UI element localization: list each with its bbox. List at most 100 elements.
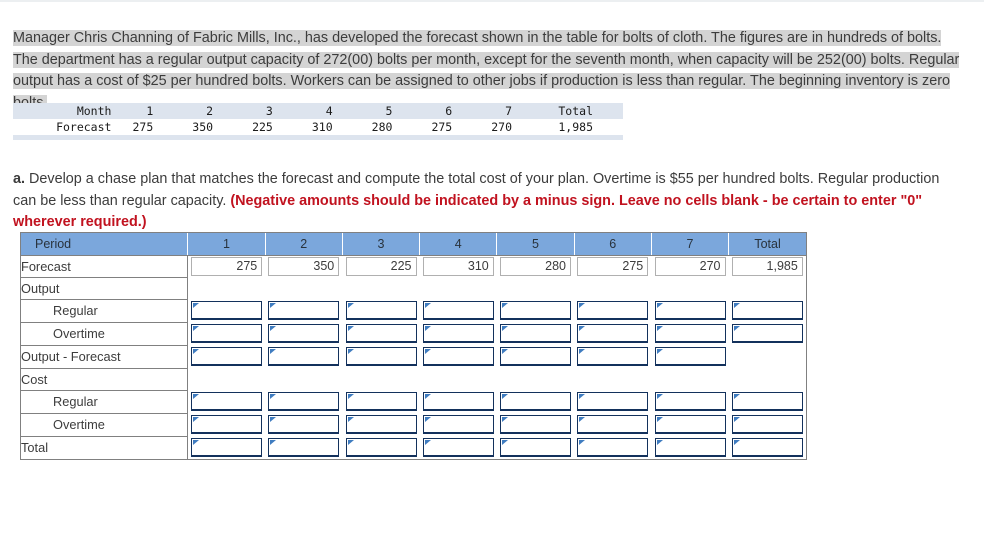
answer-input-overtime-4[interactable] xyxy=(423,416,493,432)
answer-box-regular-1[interactable] xyxy=(191,392,263,411)
answer-box-output-forecast-4[interactable] xyxy=(422,347,494,366)
input-cell-regular-1[interactable] xyxy=(187,299,266,322)
answer-box-regular-5[interactable] xyxy=(500,392,571,411)
input-cell-regular-3[interactable] xyxy=(342,390,420,413)
answer-input-overtime-1[interactable] xyxy=(192,325,262,341)
answer-box-regular-1[interactable] xyxy=(191,301,263,320)
input-cell-output-forecast-1[interactable] xyxy=(187,345,266,368)
input-cell-regular-total[interactable] xyxy=(728,299,806,322)
answer-box-regular-total[interactable] xyxy=(731,301,803,320)
answer-input-overtime-6[interactable] xyxy=(578,416,648,432)
answer-box-overtime-5[interactable] xyxy=(500,324,571,343)
input-cell-total-1[interactable] xyxy=(187,436,266,459)
answer-input-total-4[interactable] xyxy=(423,439,493,455)
input-cell-regular-7[interactable] xyxy=(651,299,729,322)
answer-input-total-total[interactable] xyxy=(732,439,802,455)
input-cell-overtime-4[interactable] xyxy=(419,413,497,436)
answer-box-regular-7[interactable] xyxy=(654,392,726,411)
input-cell-regular-4[interactable] xyxy=(419,299,497,322)
input-cell-total-3[interactable] xyxy=(342,436,420,459)
answer-input-output-forecast-2[interactable] xyxy=(269,348,339,364)
answer-input-output-forecast-3[interactable] xyxy=(346,348,416,364)
answer-box-overtime-5[interactable] xyxy=(500,415,571,434)
answer-input-regular-6[interactable] xyxy=(578,302,648,318)
answer-box-total-7[interactable] xyxy=(654,438,726,457)
input-cell-output-forecast-7[interactable] xyxy=(651,345,729,368)
answer-box-regular-6[interactable] xyxy=(577,392,649,411)
answer-input-overtime-3[interactable] xyxy=(346,416,416,432)
input-cell-regular-6[interactable] xyxy=(574,299,652,322)
answer-input-total-3[interactable] xyxy=(346,439,416,455)
answer-box-regular-2[interactable] xyxy=(268,392,340,411)
input-cell-total-5[interactable] xyxy=(496,436,575,459)
answer-input-regular-3[interactable] xyxy=(346,302,416,318)
answer-box-overtime-7[interactable] xyxy=(654,415,726,434)
input-cell-output-forecast-2[interactable] xyxy=(265,345,343,368)
input-cell-output-forecast-6[interactable] xyxy=(574,345,652,368)
answer-input-overtime-6[interactable] xyxy=(578,325,648,341)
answer-input-regular-total[interactable] xyxy=(732,302,802,318)
answer-box-overtime-4[interactable] xyxy=(422,324,494,343)
input-cell-overtime-7[interactable] xyxy=(651,413,729,436)
input-cell-regular-1[interactable] xyxy=(187,390,266,413)
input-cell-total-4[interactable] xyxy=(419,436,497,459)
answer-input-output-forecast-1[interactable] xyxy=(192,348,262,364)
input-cell-regular-3[interactable] xyxy=(342,299,420,322)
answer-input-overtime-3[interactable] xyxy=(346,325,416,341)
answer-box-overtime-2[interactable] xyxy=(268,415,340,434)
answer-box-total-total[interactable] xyxy=(731,438,803,457)
input-cell-overtime-6[interactable] xyxy=(574,413,652,436)
answer-box-overtime-total[interactable] xyxy=(731,324,803,343)
answer-input-overtime-2[interactable] xyxy=(269,416,339,432)
input-cell-overtime-5[interactable] xyxy=(496,322,575,345)
answer-input-overtime-7[interactable] xyxy=(655,416,725,432)
input-cell-total-2[interactable] xyxy=(265,436,343,459)
answer-input-regular-1[interactable] xyxy=(192,302,262,318)
answer-box-overtime-1[interactable] xyxy=(191,324,263,343)
answer-box-regular-3[interactable] xyxy=(345,301,417,320)
answer-box-overtime-3[interactable] xyxy=(345,324,417,343)
answer-input-total-1[interactable] xyxy=(192,439,262,455)
input-cell-overtime-2[interactable] xyxy=(265,322,343,345)
answer-box-overtime-4[interactable] xyxy=(422,415,494,434)
input-cell-regular-6[interactable] xyxy=(574,390,652,413)
answer-input-overtime-1[interactable] xyxy=(192,416,262,432)
answer-input-regular-1[interactable] xyxy=(192,393,262,409)
answer-input-regular-total[interactable] xyxy=(732,393,802,409)
answer-input-overtime-7[interactable] xyxy=(655,325,725,341)
answer-input-overtime-4[interactable] xyxy=(423,325,493,341)
answer-box-output-forecast-3[interactable] xyxy=(345,347,417,366)
answer-input-regular-7[interactable] xyxy=(655,302,725,318)
input-cell-regular-4[interactable] xyxy=(419,390,497,413)
input-cell-regular-5[interactable] xyxy=(496,390,575,413)
input-cell-regular-2[interactable] xyxy=(265,299,343,322)
answer-box-regular-4[interactable] xyxy=(422,392,494,411)
input-cell-regular-2[interactable] xyxy=(265,390,343,413)
answer-input-output-forecast-7[interactable] xyxy=(655,348,725,364)
answer-box-regular-4[interactable] xyxy=(422,301,494,320)
input-cell-total-7[interactable] xyxy=(651,436,729,459)
answer-box-regular-7[interactable] xyxy=(654,301,726,320)
input-cell-overtime-total[interactable] xyxy=(728,413,806,436)
answer-input-overtime-2[interactable] xyxy=(269,325,339,341)
answer-box-overtime-6[interactable] xyxy=(577,415,649,434)
input-cell-regular-total[interactable] xyxy=(728,390,806,413)
answer-input-total-2[interactable] xyxy=(269,439,339,455)
input-cell-overtime-3[interactable] xyxy=(342,322,420,345)
answer-box-output-forecast-1[interactable] xyxy=(191,347,263,366)
input-cell-output-forecast-4[interactable] xyxy=(419,345,497,368)
answer-input-regular-3[interactable] xyxy=(346,393,416,409)
input-cell-overtime-4[interactable] xyxy=(419,322,497,345)
answer-input-regular-4[interactable] xyxy=(423,302,493,318)
answer-box-total-3[interactable] xyxy=(345,438,417,457)
answer-input-regular-5[interactable] xyxy=(501,302,570,318)
answer-box-total-5[interactable] xyxy=(500,438,571,457)
answer-box-regular-total[interactable] xyxy=(731,392,803,411)
answer-box-regular-6[interactable] xyxy=(577,301,649,320)
answer-box-overtime-6[interactable] xyxy=(577,324,649,343)
answer-input-total-5[interactable] xyxy=(501,439,570,455)
answer-input-regular-5[interactable] xyxy=(501,393,570,409)
answer-input-regular-6[interactable] xyxy=(578,393,648,409)
answer-input-regular-7[interactable] xyxy=(655,393,725,409)
answer-input-overtime-total[interactable] xyxy=(732,325,802,341)
